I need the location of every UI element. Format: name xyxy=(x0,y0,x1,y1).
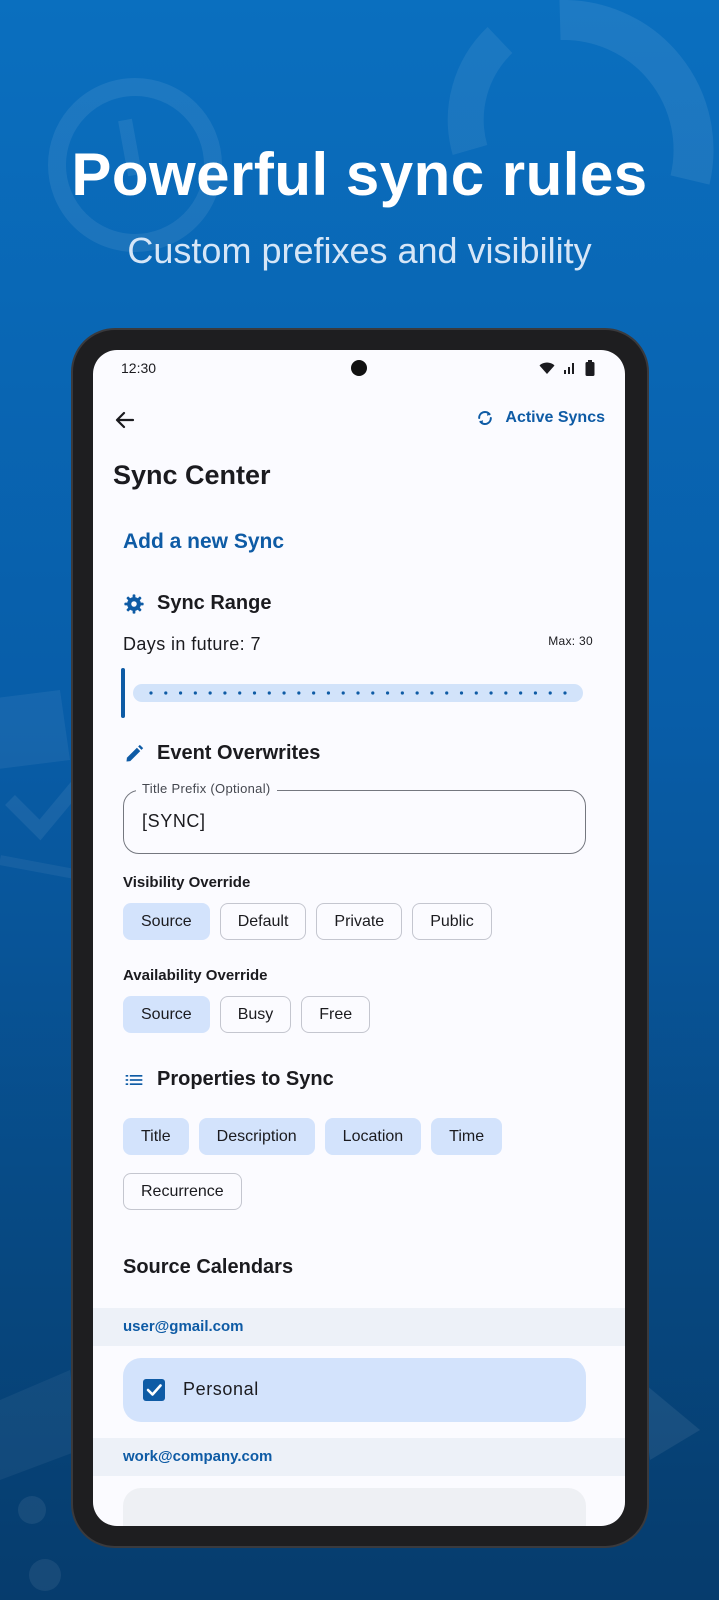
property-chip-title[interactable]: Title xyxy=(123,1118,189,1155)
visibility-chip-private[interactable]: Private xyxy=(316,903,403,940)
visibility-chip-public[interactable]: Public xyxy=(412,903,492,940)
event-overwrites-title: Event Overwrites xyxy=(157,742,321,764)
sync-range-heading: Sync Range xyxy=(123,592,271,615)
slider-thumb[interactable] xyxy=(121,668,125,718)
check-icon xyxy=(146,1384,162,1396)
property-chip-time[interactable]: Time xyxy=(431,1118,503,1155)
availability-chip-group: Source Busy Free xyxy=(123,996,371,1033)
properties-chip-row-2: Recurrence xyxy=(123,1173,242,1210)
slider-tick xyxy=(164,691,168,695)
slider-tick xyxy=(356,691,360,695)
availability-chip-busy[interactable]: Busy xyxy=(219,996,292,1033)
sync-icon xyxy=(478,411,493,425)
slider-tick xyxy=(415,691,419,695)
availability-override-label: Availability Override xyxy=(123,967,268,984)
title-prefix-value[interactable]: [SYNC] xyxy=(142,811,206,832)
properties-chip-row-1: Title Description Location Time xyxy=(123,1118,503,1155)
hero-subtitle: Custom prefixes and visibility xyxy=(127,230,592,271)
slider-tick xyxy=(563,691,567,695)
back-button[interactable] xyxy=(113,408,137,432)
slider-tick xyxy=(252,691,257,695)
phone-frame: 12:30 Active Syncs Sync Center Add a new… xyxy=(71,328,649,1548)
page-title: Sync Center xyxy=(113,460,271,490)
active-syncs-label: Active Syncs xyxy=(505,409,605,426)
add-sync-link[interactable]: Add a new Sync xyxy=(123,530,284,554)
slider-tick xyxy=(385,691,390,695)
signal-icon xyxy=(564,363,574,374)
property-chip-description[interactable]: Description xyxy=(198,1118,315,1155)
calendar-name: Personal xyxy=(183,1379,259,1399)
availability-chip-free[interactable]: Free xyxy=(301,996,371,1033)
status-time: 12:30 xyxy=(121,360,157,376)
slider-tick xyxy=(400,691,404,695)
wifi-icon xyxy=(539,362,555,374)
slider-tick xyxy=(193,691,197,695)
account-email: user@gmail.com xyxy=(123,1318,244,1335)
slider-tick xyxy=(149,691,153,695)
slider-tick xyxy=(282,691,286,695)
days-in-future-label: Days in future: 7 xyxy=(123,634,261,654)
visibility-chip-group: Source Default Private Public xyxy=(123,903,492,940)
active-syncs-button[interactable]: Active Syncs xyxy=(475,408,605,428)
app-screen: 12:30 Active Syncs Sync Center Add a new… xyxy=(93,350,625,1526)
slider-tick xyxy=(223,691,227,695)
slider-tick xyxy=(519,691,523,695)
title-prefix-field[interactable]: Title Prefix (Optional) [SYNC] xyxy=(123,781,586,854)
event-overwrites-heading: Event Overwrites xyxy=(123,742,320,765)
slider-tick xyxy=(371,691,375,695)
visibility-chip-default[interactable]: Default xyxy=(219,903,307,940)
gear-icon xyxy=(123,593,145,615)
status-icons xyxy=(539,360,595,376)
slider-tick xyxy=(533,691,538,695)
days-slider[interactable] xyxy=(121,668,585,718)
property-chip-location[interactable]: Location xyxy=(324,1118,422,1155)
visibility-override-label: Visibility Override xyxy=(123,874,251,891)
properties-heading: Properties to Sync xyxy=(123,1068,334,1091)
title-prefix-label: Title Prefix (Optional) xyxy=(136,781,277,796)
slider-tick xyxy=(312,691,316,695)
slider-tick xyxy=(208,691,212,695)
sync-range-title: Sync Range xyxy=(157,592,272,614)
properties-title: Properties to Sync xyxy=(157,1068,334,1090)
hero-title: Powerful sync rules xyxy=(71,141,648,208)
slider-tick xyxy=(474,691,478,695)
account-email: work@company.com xyxy=(123,1448,273,1465)
slider-tick xyxy=(430,691,434,695)
calendar-checkbox[interactable] xyxy=(143,1379,165,1401)
calendar-item-personal[interactable]: Personal xyxy=(123,1358,586,1422)
slider-tick-marks xyxy=(149,691,567,695)
camera-cutout xyxy=(351,360,367,376)
arrow-left-icon xyxy=(115,411,135,429)
status-bar: 12:30 xyxy=(93,350,625,386)
slider-tick xyxy=(326,691,331,695)
slider-tick xyxy=(238,691,242,695)
account-header-gmail: user@gmail.com xyxy=(93,1308,625,1346)
slider-tick xyxy=(489,691,493,695)
slider-tick xyxy=(178,691,183,695)
property-chip-recurrence[interactable]: Recurrence xyxy=(123,1173,242,1210)
calendar-item-partial[interactable] xyxy=(123,1488,586,1526)
account-header-work: work@company.com xyxy=(93,1438,625,1476)
source-calendars-heading: Source Calendars xyxy=(123,1256,294,1278)
slider-tick xyxy=(459,691,464,695)
max-days-label: Max: 30 xyxy=(548,634,593,648)
slider-tick xyxy=(267,691,271,695)
slider-tick xyxy=(504,691,508,695)
slider-tick xyxy=(445,691,449,695)
battery-icon xyxy=(585,360,595,376)
slider-tick xyxy=(341,691,345,695)
pencil-icon xyxy=(123,743,145,765)
list-icon xyxy=(123,1069,145,1091)
visibility-chip-source[interactable]: Source xyxy=(123,903,210,940)
slider-tick xyxy=(297,691,301,695)
slider-tick xyxy=(548,691,552,695)
availability-chip-source[interactable]: Source xyxy=(123,996,210,1033)
